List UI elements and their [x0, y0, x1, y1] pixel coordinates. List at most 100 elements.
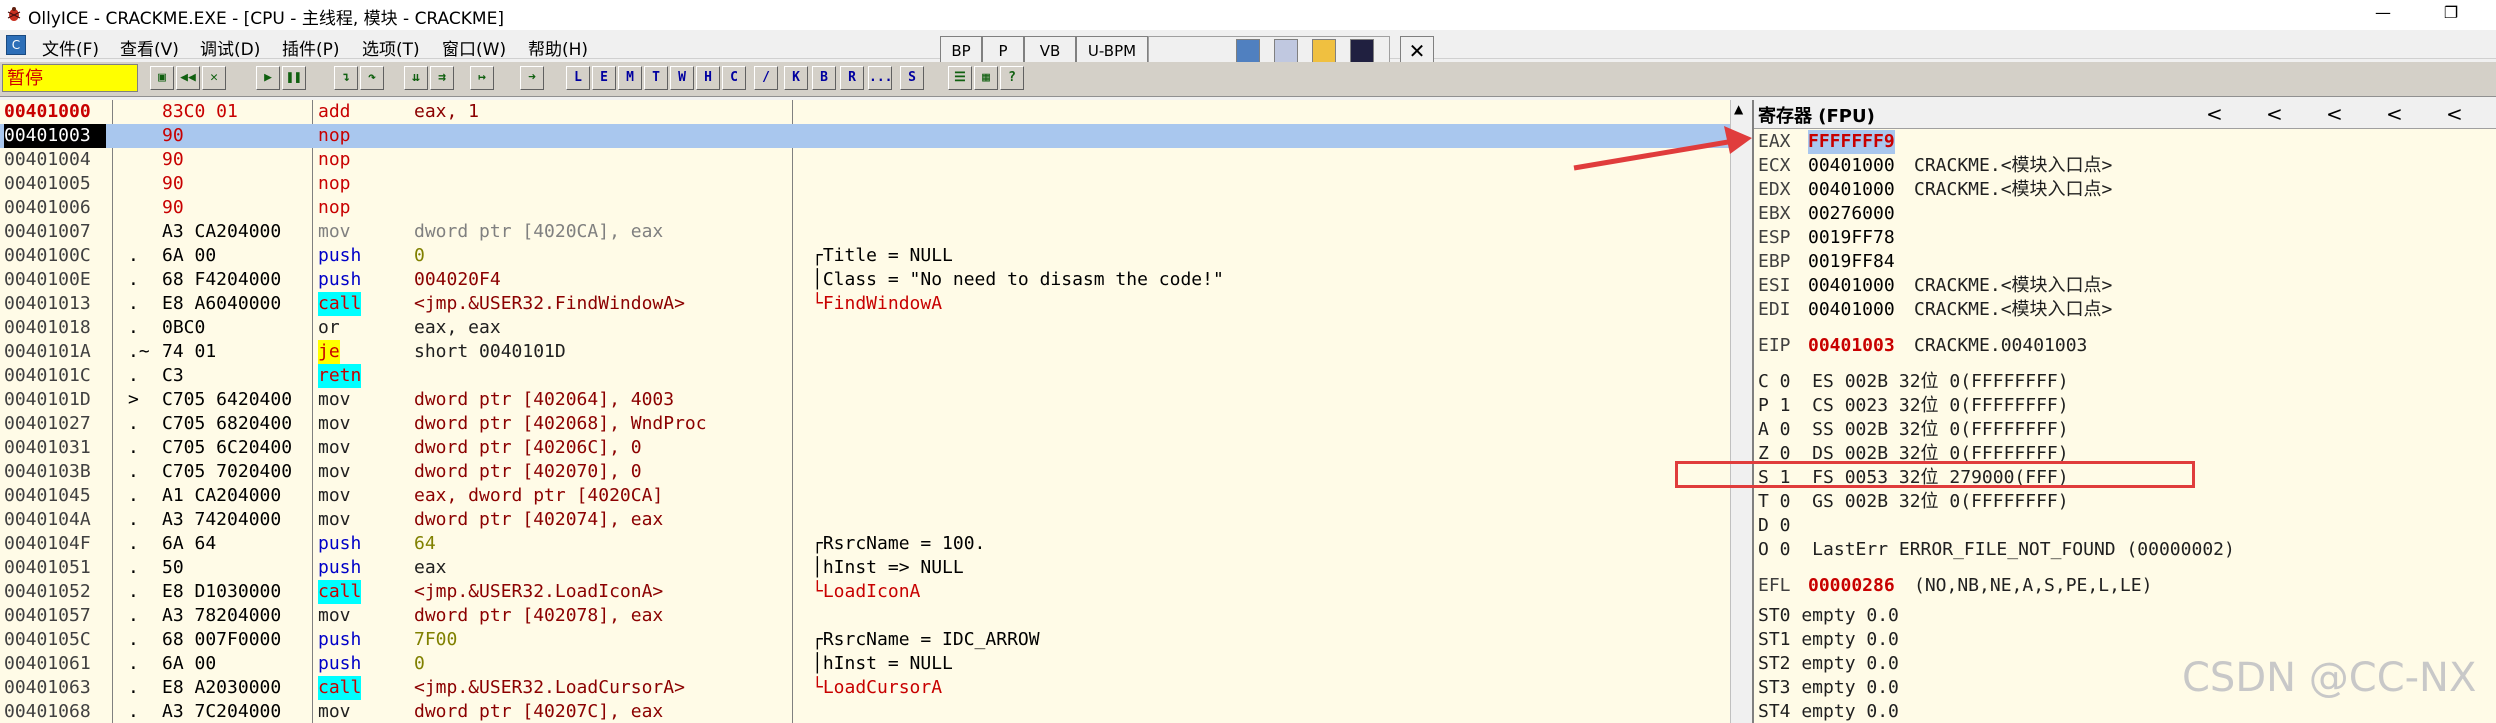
execute-till-return-icon[interactable]: ↦ [470, 66, 494, 90]
disasm-row[interactable]: 00401004 90 nop [0, 148, 1730, 172]
disasm-row[interactable]: 0040104A. A3 74204000 mov dword ptr [402074… [0, 508, 1730, 532]
toolbar-w[interactable]: W [670, 66, 694, 90]
chevron-left-icon[interactable]: < [2326, 102, 2343, 126]
disasm-row[interactable]: 0040104F. 6A 64 push 64 ┌RsrcName = 100. [0, 532, 1730, 556]
register-value[interactable]: FFFFFFF9 [1808, 130, 1895, 154]
flag-row[interactable]: T 0 GS 002B 32位 0(FFFFFFFF) [1758, 490, 2069, 514]
disasm-row[interactable]: 00401006 90 nop [0, 196, 1730, 220]
flag-row[interactable]: D 0 [1758, 514, 1791, 538]
disasm-row[interactable]: 00401051. 50 push eax │hInst => NULL [0, 556, 1730, 580]
menu-help[interactable]: 帮助(H) [528, 35, 588, 60]
register-value[interactable]: 00401000 [1808, 274, 1895, 298]
flag-row[interactable]: C 0 ES 002B 32位 0(FFFFFFFF) [1758, 370, 2069, 394]
register-value[interactable]: 0019FF78 [1808, 226, 1895, 250]
register-value[interactable]: 00401000 [1808, 298, 1895, 322]
disasm-row[interactable]: 0040101C. C3 retn [0, 364, 1730, 388]
pause-icon[interactable]: ❚❚ [282, 66, 306, 90]
run-icon[interactable]: ▶ [256, 66, 280, 90]
chevron-left-icon[interactable]: < [2266, 102, 2283, 126]
disasm-row[interactable]: 0040103B. C705 7020400 mov dword ptr [40207… [0, 460, 1730, 484]
fpu-row[interactable]: ST2 empty 0.0 [1758, 652, 1899, 676]
toolbar-r[interactable]: R [840, 66, 864, 90]
fpu-row[interactable]: ST0 empty 0.0 [1758, 604, 1899, 628]
disassembly-pane[interactable]: 00401000 83C0 01 add eax, 1 00401003 90 nop 004… [0, 100, 1748, 723]
goto-icon[interactable]: ➜ [520, 66, 544, 90]
disasm-row[interactable]: 00401045. A1 CA204000 mov eax, dword ptr [4… [0, 484, 1730, 508]
register-value[interactable]: 00000286 [1808, 574, 1895, 598]
menu-debug[interactable]: 调试(D) [200, 35, 260, 60]
address-cell: 00401051 [4, 557, 91, 578]
cpu-window-icon[interactable]: C [6, 35, 26, 55]
menu-file[interactable]: 文件(F) [42, 35, 99, 60]
step-into-icon[interactable]: ↴ [334, 66, 358, 90]
disasm-row[interactable]: 0040100E. 68 F4204000 push 004020F4 │Class =… [0, 268, 1730, 292]
toolbar-slash[interactable]: / [754, 66, 778, 90]
toolbar-c[interactable]: C [722, 66, 746, 90]
disasm-row[interactable]: 0040105C. 68 007F0000 push 7F00 ┌RsrcName = … [0, 628, 1730, 652]
chevron-left-icon[interactable]: < [2446, 102, 2463, 126]
toolbar-t[interactable]: T [644, 66, 668, 90]
flag-row[interactable]: O 0 LastErr ERROR_FILE_NOT_FOUND (000000… [1758, 538, 2235, 562]
disasm-row[interactable]: 00401027. C705 6820400 mov dword ptr [40206… [0, 412, 1730, 436]
register-value[interactable]: 00401000 [1808, 178, 1895, 202]
disasm-row[interactable]: 00401003 90 nop [0, 124, 1730, 148]
disasm-row[interactable]: 00401031. C705 6C20400 mov dword ptr [40206… [0, 436, 1730, 460]
restore-button[interactable]: ❐ [2428, 0, 2474, 30]
disasm-row[interactable]: 00401007 A3 CA204000 mov dword ptr [4020CA]… [0, 220, 1730, 244]
hex-dump-cell: C705 6820400 [162, 413, 293, 434]
register-value[interactable]: 00401003 [1808, 334, 1895, 358]
disasm-row[interactable]: 00401052. E8 D1030000 call <jmp.&USER32.Loa… [0, 580, 1730, 604]
trace-into-icon[interactable]: ⇊ [404, 66, 428, 90]
toolbar-b[interactable]: B [812, 66, 836, 90]
scroll-up-icon[interactable]: ▲ [1734, 102, 1743, 116]
disasm-row[interactable]: 00401013. E8 A6040000 call <jmp.&USER32.Fin… [0, 292, 1730, 316]
close-program-icon[interactable]: ✕ [202, 66, 226, 90]
disasm-row[interactable]: 00401063. E8 A2030000 call <jmp.&USER32.Loa… [0, 676, 1730, 700]
toolbar-m[interactable]: M [618, 66, 642, 90]
chevron-left-icon[interactable]: < [2386, 102, 2403, 126]
fpu-row[interactable]: ST3 empty 0.0 [1758, 676, 1899, 700]
fpu-row[interactable]: ST1 empty 0.0 [1758, 628, 1899, 652]
disasm-row[interactable]: 00401005 90 nop [0, 172, 1730, 196]
disasm-row[interactable]: 0040100C. 6A 00 push 0 ┌Title = NULL [0, 244, 1730, 268]
toolbar-l[interactable]: L [566, 66, 590, 90]
folder-icon[interactable] [1312, 39, 1336, 63]
disasm-row[interactable]: 00401057. A3 78204000 mov dword ptr [402078… [0, 604, 1730, 628]
console-icon[interactable] [1350, 39, 1374, 63]
disasm-row[interactable]: 0040101A .~ 74 01 je short 0040101D [0, 340, 1730, 364]
toolbar-dots[interactable]: ... [868, 66, 892, 90]
colors-icon[interactable]: ▦ [974, 66, 998, 90]
toolbar-h[interactable]: H [696, 66, 720, 90]
menu-window[interactable]: 窗口(W) [442, 35, 506, 60]
registers-pane[interactable]: 寄存器 (FPU) < < < < < EAX FFFFFFF9 ECX 004010… [1752, 100, 2496, 723]
trace-over-icon[interactable]: ⇉ [430, 66, 454, 90]
flag-row[interactable]: A 0 SS 002B 32位 0(FFFFFFFF) [1758, 418, 2069, 442]
document-icon[interactable] [1274, 39, 1298, 63]
disasm-row[interactable]: 0040101D > C705 6420400 mov dword ptr [40206… [0, 388, 1730, 412]
minimize-button[interactable]: — [2360, 0, 2406, 30]
menu-plugins[interactable]: 插件(P) [282, 35, 340, 60]
register-value[interactable]: 00401000 [1808, 154, 1895, 178]
register-value[interactable]: 0019FF84 [1808, 250, 1895, 274]
step-over-icon[interactable]: ↷ [360, 66, 384, 90]
toolbar-e[interactable]: E [592, 66, 616, 90]
disasm-row[interactable]: 00401068. A3 7C204000 mov dword ptr [40207C… [0, 700, 1730, 723]
disasm-row[interactable]: 00401061. 6A 00 push 0 │hInst = NULL [0, 652, 1730, 676]
menu-options[interactable]: 选项(T) [362, 35, 420, 60]
disasm-row[interactable]: 00401000 83C0 01 add eax, 1 [0, 100, 1730, 124]
menu-view[interactable]: 查看(V) [120, 35, 179, 60]
toolbar-k[interactable]: K [784, 66, 808, 90]
disasm-scrollbar[interactable]: ▲ [1730, 100, 1749, 723]
flag-row[interactable]: P 1 CS 0023 32位 0(FFFFFFFF) [1758, 394, 2069, 418]
fpu-row[interactable]: ST4 empty 0.0 [1758, 700, 1899, 723]
window-icon[interactable] [1236, 39, 1260, 63]
help-icon[interactable]: ? [1000, 66, 1024, 90]
open-icon[interactable]: ▣ [150, 66, 174, 90]
toolbar-s[interactable]: S [900, 66, 924, 90]
disasm-row[interactable]: 00401018. 0BC0 or eax, eax [0, 316, 1730, 340]
list-icon[interactable]: ☰ [948, 66, 972, 90]
chevron-left-icon[interactable]: < [2206, 102, 2223, 126]
mnemonic-cell: mov [318, 605, 351, 626]
register-value[interactable]: 00276000 [1808, 202, 1895, 226]
restart-icon[interactable]: ◀◀ [176, 66, 200, 90]
